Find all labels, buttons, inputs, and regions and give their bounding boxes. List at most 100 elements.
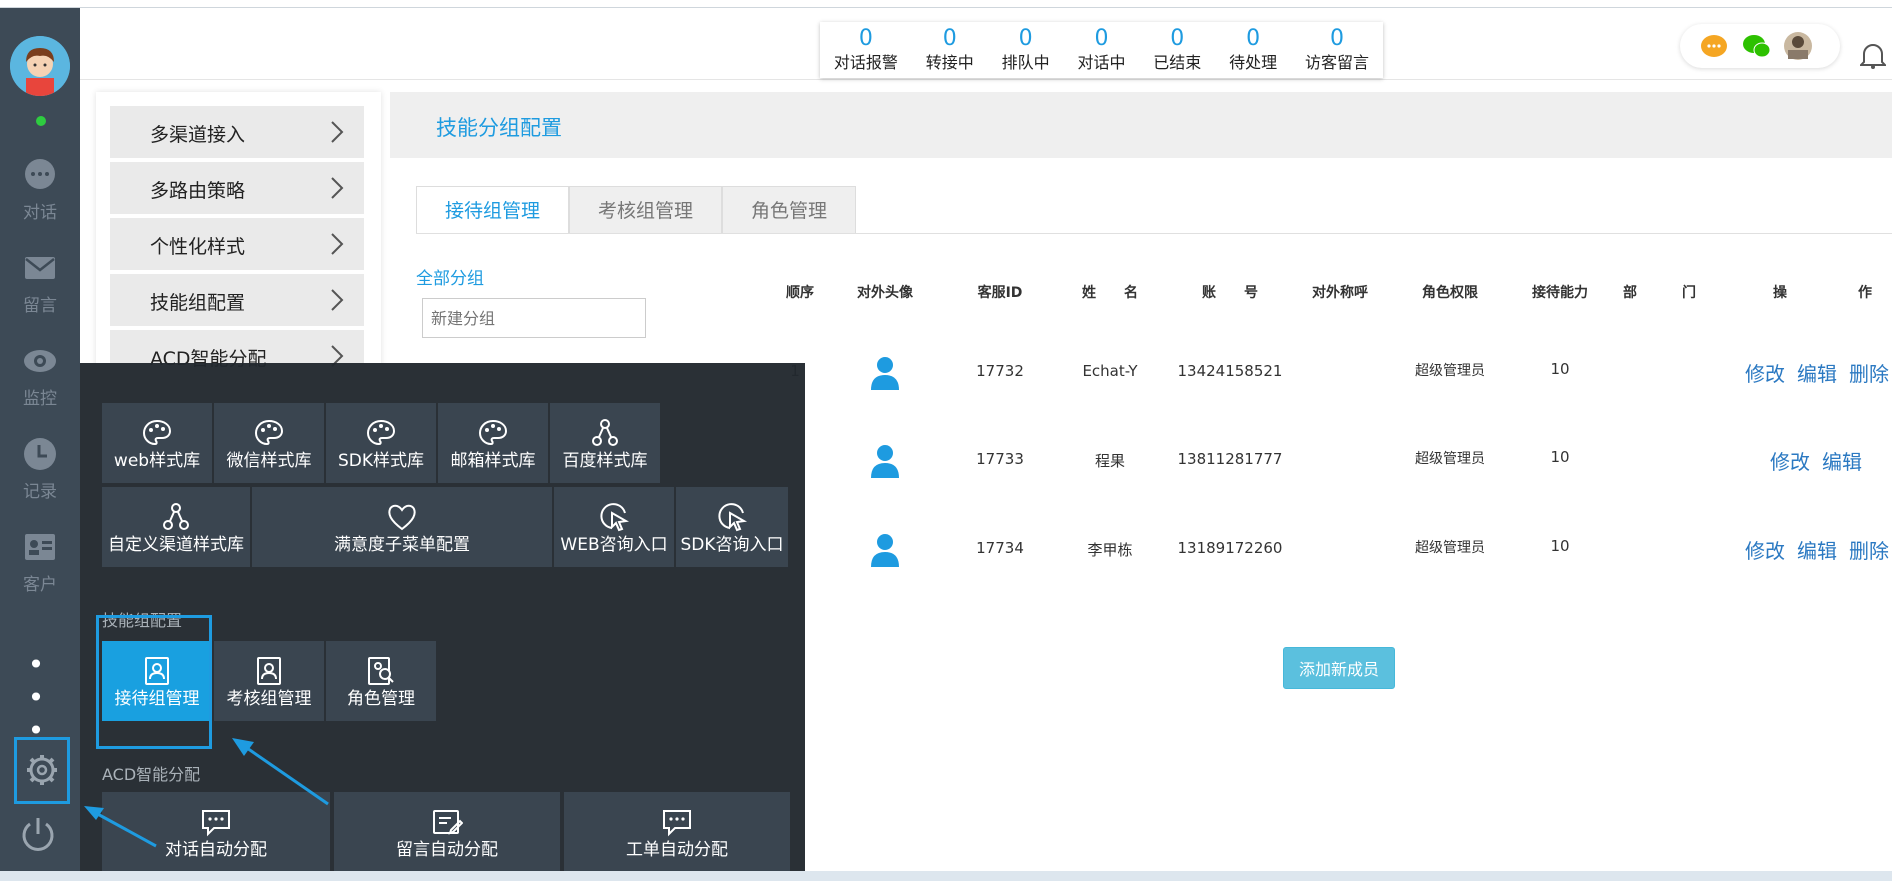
chevron-right-icon (331, 233, 344, 255)
stat-value: 0 (942, 26, 957, 51)
palette-icon (478, 419, 508, 446)
tile-roles[interactable]: 角色管理 (326, 641, 436, 721)
user-avatar-icon (871, 445, 899, 478)
chat-bubble-icon (25, 159, 55, 189)
stat-label: 转接中 (925, 53, 974, 72)
tile-sdk-entry[interactable]: SDK咨询入口 (676, 487, 788, 567)
stat-pending[interactable]: 0 待处理 (1229, 22, 1277, 78)
stat-label: 访客留言 (1304, 53, 1369, 72)
row-modify-link[interactable]: 修改 (1740, 535, 1790, 564)
chat-channel-icon[interactable] (1701, 35, 1727, 57)
tile-label: 微信样式库 (226, 451, 312, 471)
stat-alarm[interactable]: 0 对话报警 (834, 22, 898, 78)
more-icon[interactable]: • • • (10, 648, 70, 747)
tile-baidu-style[interactable]: 百度样式库 (550, 403, 660, 483)
tile-email-style[interactable]: 邮箱样式库 (438, 403, 548, 483)
all-groups-link[interactable]: 全部分组 (416, 264, 484, 289)
app-window: 对话 留言 监控 记录 客户 • • • 0 对话报警 0 转接中 0 排队中 0 (0, 0, 1892, 881)
row-modify-link[interactable]: 修改 (1765, 446, 1815, 475)
chevron-right-icon (331, 289, 344, 311)
clock-icon (24, 438, 56, 470)
menu-item-label: 个性化样式 (150, 236, 246, 258)
row-edit-link[interactable]: 编辑 (1792, 358, 1842, 387)
gear-icon (27, 755, 57, 785)
row-role: 超级管理员 (1415, 451, 1485, 467)
row-delete-link[interactable]: 删除 (1844, 358, 1892, 387)
col-name: 姓 名 (1082, 285, 1138, 301)
avatar[interactable] (10, 36, 70, 96)
chat-dots-icon (202, 810, 230, 837)
nav-message[interactable]: 留言 (0, 251, 80, 316)
tile-wechat-style[interactable]: 微信样式库 (214, 403, 324, 483)
menu-item-styles[interactable]: 个性化样式 (110, 218, 364, 271)
menu-item-skill-groups[interactable]: 技能组配置 (110, 274, 364, 327)
row-modify-link[interactable]: 修改 (1740, 358, 1790, 387)
tile-assessment-groups[interactable]: 考核组管理 (214, 641, 324, 721)
tile-web-style[interactable]: web样式库 (102, 403, 212, 483)
stat-visitor-messages[interactable]: 0 访客留言 (1305, 22, 1369, 78)
new-group-input[interactable] (422, 298, 646, 338)
col-display-name: 对外称呼 (1312, 285, 1368, 301)
power-icon[interactable] (18, 814, 58, 854)
stat-chatting[interactable]: 0 对话中 (1077, 22, 1125, 78)
nav-customers-label: 客户 (23, 575, 57, 595)
tile-sdk-style[interactable]: SDK样式库 (326, 403, 436, 483)
col-dept-2: 门 (1682, 285, 1696, 301)
role-search-icon (368, 657, 394, 685)
channel-status-box (1680, 24, 1840, 68)
row-account: 13811281777 (1177, 450, 1283, 468)
nav-records[interactable]: 记录 (0, 437, 80, 502)
row-account: 13424158521 (1177, 362, 1283, 380)
row-name: 李甲栋 (1087, 541, 1133, 559)
tile-label: 满意度子菜单配置 (334, 535, 470, 555)
tile-label: 工单自动分配 (626, 840, 728, 860)
annotation-arrow-icon (84, 806, 157, 848)
stat-ended[interactable]: 0 已结束 (1153, 22, 1201, 78)
row-edit-link[interactable]: 编辑 (1817, 446, 1867, 475)
user-photo-icon[interactable] (1784, 32, 1812, 60)
tile-message-auto-assign[interactable]: 留言自动分配 (334, 792, 560, 871)
menu-item-routing[interactable]: 多路由策略 (110, 162, 364, 215)
tab-bar: 接待组管理 考核组管理 角色管理 (416, 186, 857, 234)
online-status-icon (34, 114, 48, 128)
row-capacity: 10 (1550, 360, 1570, 378)
menu-item-label: 多渠道接入 (150, 124, 246, 146)
palette-icon (254, 419, 284, 446)
bottom-strip (0, 871, 1892, 881)
tab-assessment-groups[interactable]: 考核组管理 (569, 186, 723, 234)
nav-customers[interactable]: 客户 (0, 530, 80, 595)
row-agent-id: 17733 (976, 450, 1024, 468)
tile-web-entry[interactable]: WEB咨询入口 (554, 487, 674, 567)
tile-label: 百度样式库 (562, 451, 648, 471)
tab-roles[interactable]: 角色管理 (722, 186, 857, 234)
col-dept-1: 部 (1623, 285, 1637, 301)
row-delete-link[interactable]: 删除 (1844, 535, 1892, 564)
tab-reception-groups[interactable]: 接待组管理 (416, 186, 570, 234)
settings-button[interactable] (14, 737, 70, 804)
nav-monitor[interactable]: 监控 (0, 344, 80, 409)
row-edit-link[interactable]: 编辑 (1792, 535, 1842, 564)
eye-icon (24, 350, 56, 372)
tile-custom-channel-style[interactable]: 自定义渠道样式库 (102, 487, 250, 567)
tile-label: 考核组管理 (226, 689, 312, 709)
col-account: 账 号 (1202, 285, 1258, 301)
add-member-button[interactable]: 添加新成员 (1283, 647, 1395, 689)
menu-item-multichannel[interactable]: 多渠道接入 (110, 106, 364, 159)
tile-ticket-auto-assign[interactable]: 工单自动分配 (564, 792, 790, 871)
stat-transferring[interactable]: 0 转接中 (926, 22, 974, 78)
row-role: 超级管理员 (1415, 540, 1485, 556)
contact-card-icon (25, 534, 55, 560)
top-border (0, 0, 1892, 8)
col-role: 角色权限 (1422, 285, 1478, 301)
menu-item-label: 多路由策略 (150, 180, 246, 202)
stat-queued[interactable]: 0 排队中 (1002, 22, 1050, 78)
tile-satisfaction-config[interactable]: 满意度子菜单配置 (252, 487, 552, 567)
tile-label: SDK咨询入口 (680, 535, 784, 555)
nav-records-label: 记录 (23, 482, 57, 502)
bell-icon[interactable] (1860, 40, 1886, 70)
nav-chat[interactable]: 对话 (0, 158, 80, 223)
note-edit-icon (433, 810, 463, 835)
col-actions-1: 操 (1773, 285, 1787, 301)
wechat-icon[interactable] (1743, 35, 1771, 58)
stat-value: 0 (1246, 26, 1261, 51)
